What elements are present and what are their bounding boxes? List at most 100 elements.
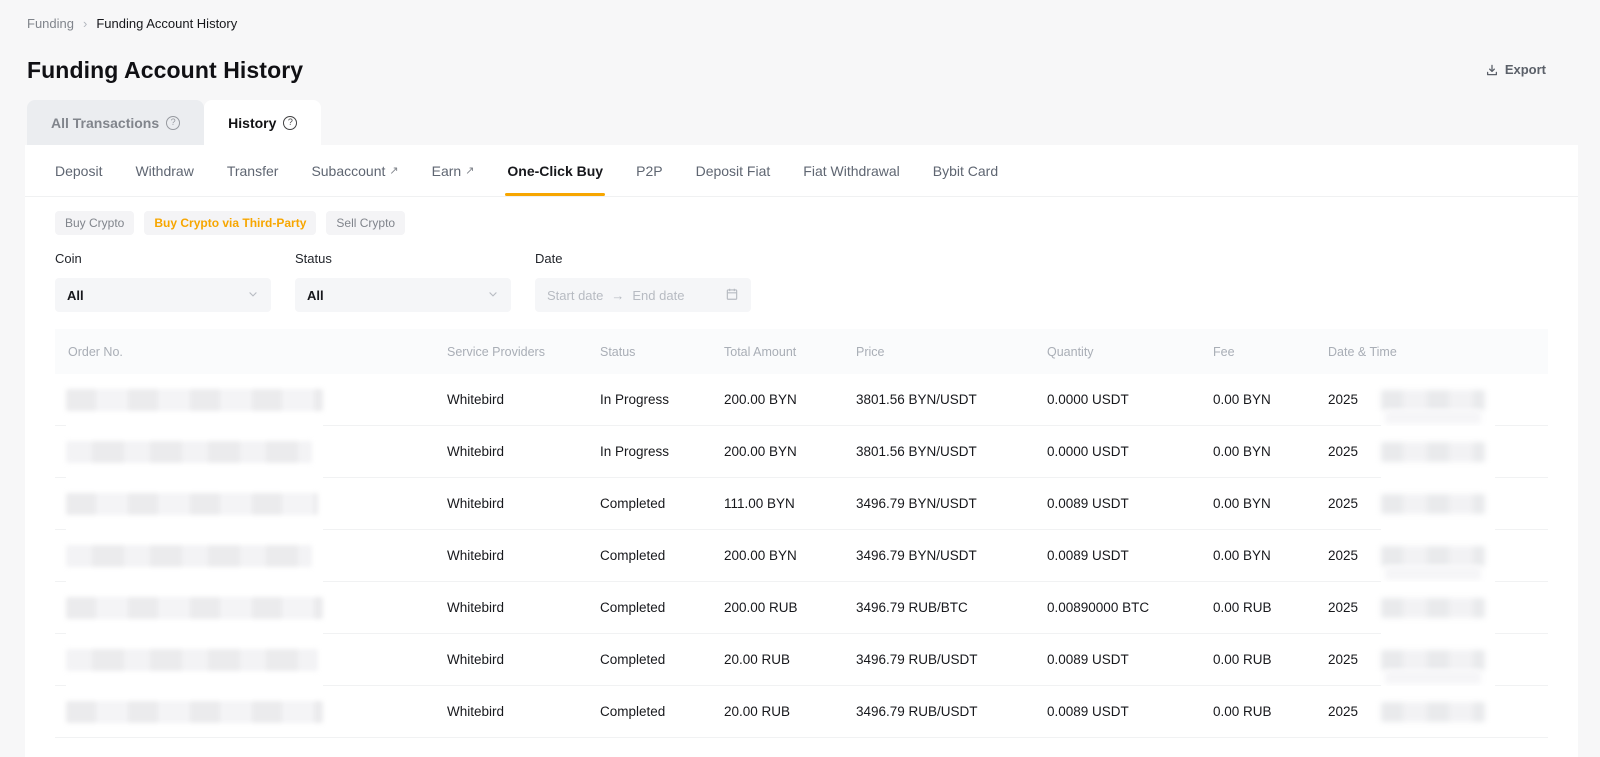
table-row: Whitebird Completed 111.00 BYN 3496.79 B… bbox=[55, 478, 1548, 530]
primary-tabs: All Transactions ? History ? bbox=[27, 100, 321, 145]
price: 3801.56 BYN/USDT bbox=[856, 444, 1047, 459]
calendar-icon[interactable] bbox=[725, 287, 739, 304]
subtab-deposit-fiat[interactable]: Deposit Fiat bbox=[696, 145, 771, 196]
date-time-cell: 2025 bbox=[1328, 392, 1548, 407]
range-arrow-icon: → bbox=[611, 288, 624, 303]
quantity: 0.0000 USDT bbox=[1047, 444, 1213, 459]
date-year: 2025 bbox=[1328, 652, 1358, 667]
col-service-providers: Service Providers bbox=[447, 345, 600, 359]
question-circle-icon[interactable]: ? bbox=[166, 116, 180, 130]
chevron-down-icon bbox=[487, 288, 499, 303]
fee: 0.00 RUB bbox=[1213, 652, 1328, 667]
date-filter-label: Date bbox=[535, 251, 751, 266]
date-range-input[interactable]: Start date → End date bbox=[535, 278, 751, 312]
price: 3801.56 BYN/USDT bbox=[856, 392, 1047, 407]
coin-filter: Coin All bbox=[55, 251, 271, 312]
quantity: 0.0089 USDT bbox=[1047, 652, 1213, 667]
tab-all-transactions-label: All Transactions bbox=[51, 115, 159, 131]
col-fee: Fee bbox=[1213, 345, 1328, 359]
total-amount: 20.00 RUB bbox=[724, 652, 856, 667]
status-filter: Status All bbox=[295, 251, 511, 312]
date-time-cell: 2025 bbox=[1328, 704, 1548, 719]
date-year: 2025 bbox=[1328, 496, 1358, 511]
fee: 0.00 RUB bbox=[1213, 704, 1328, 719]
date-redacted-blur bbox=[1381, 530, 1495, 582]
date-time-cell: 2025 bbox=[1328, 444, 1548, 459]
breadcrumb-current: Funding Account History bbox=[96, 16, 237, 31]
service-provider: Whitebird bbox=[447, 652, 600, 667]
service-provider: Whitebird bbox=[447, 444, 600, 459]
question-circle-icon[interactable]: ? bbox=[283, 116, 297, 130]
date-time-cell: 2025 bbox=[1328, 600, 1548, 615]
order-no-redacted-blur bbox=[66, 582, 323, 634]
fee: 0.00 RUB bbox=[1213, 600, 1328, 615]
date-year: 2025 bbox=[1328, 444, 1358, 459]
date-redacted-blur bbox=[1381, 582, 1495, 634]
order-no-redacted-blur bbox=[66, 634, 323, 686]
service-provider: Whitebird bbox=[447, 392, 600, 407]
subtab-withdraw[interactable]: Withdraw bbox=[135, 145, 193, 196]
row-status: Completed bbox=[600, 548, 724, 563]
date-year: 2025 bbox=[1328, 600, 1358, 615]
total-amount: 200.00 BYN bbox=[724, 548, 856, 563]
subtab-fiat-withdrawal[interactable]: Fiat Withdrawal bbox=[803, 145, 899, 196]
subtab-earn[interactable]: Earn ↗ bbox=[432, 145, 475, 196]
table-row: Whitebird In Progress 200.00 BYN 3801.56… bbox=[55, 426, 1548, 478]
chevron-right-icon: › bbox=[83, 16, 87, 31]
export-button[interactable]: Export bbox=[1485, 62, 1546, 77]
service-provider: Whitebird bbox=[447, 496, 600, 511]
date-redacted-blur bbox=[1381, 686, 1495, 737]
total-amount: 20.00 RUB bbox=[724, 704, 856, 719]
price: 3496.79 BYN/USDT bbox=[856, 548, 1047, 563]
col-status: Status bbox=[600, 345, 724, 359]
subtab-one-click-buy[interactable]: One-Click Buy bbox=[507, 145, 603, 196]
col-total-amount: Total Amount bbox=[724, 345, 856, 359]
tab-history[interactable]: History ? bbox=[204, 100, 321, 145]
order-no-redacted-blur bbox=[66, 478, 323, 530]
pill-buy-crypto-via-third-party[interactable]: Buy Crypto via Third-Party bbox=[144, 211, 316, 235]
breadcrumb: Funding › Funding Account History bbox=[27, 16, 237, 31]
coin-select[interactable]: All bbox=[55, 278, 271, 312]
status-select[interactable]: All bbox=[295, 278, 511, 312]
price: 3496.79 RUB/USDT bbox=[856, 652, 1047, 667]
table-row: Whitebird Completed 20.00 RUB 3496.79 RU… bbox=[55, 686, 1548, 738]
date-redacted-blur bbox=[1381, 478, 1495, 530]
date-year: 2025 bbox=[1328, 548, 1358, 563]
subtab-p2p[interactable]: P2P bbox=[636, 145, 662, 196]
pill-buy-crypto[interactable]: Buy Crypto bbox=[55, 211, 134, 235]
row-status: Completed bbox=[600, 704, 724, 719]
table-row: Whitebird Completed 20.00 RUB 3496.79 RU… bbox=[55, 634, 1548, 686]
date-redacted-blur bbox=[1381, 634, 1495, 686]
row-status: In Progress bbox=[600, 444, 724, 459]
table-row: Whitebird Completed 200.00 RUB 3496.79 R… bbox=[55, 582, 1548, 634]
subtab-bybit-card[interactable]: Bybit Card bbox=[933, 145, 998, 196]
order-no-redacted-blur bbox=[66, 530, 323, 582]
row-status: Completed bbox=[600, 496, 724, 511]
coin-select-value: All bbox=[67, 288, 84, 303]
start-date-placeholder[interactable]: Start date bbox=[547, 288, 603, 303]
service-provider: Whitebird bbox=[447, 704, 600, 719]
subtab-deposit[interactable]: Deposit bbox=[55, 145, 102, 196]
subtab-transfer[interactable]: Transfer bbox=[227, 145, 279, 196]
date-redacted-blur bbox=[1381, 426, 1495, 478]
subtab-subaccount[interactable]: Subaccount ↗ bbox=[311, 145, 398, 196]
tab-all-transactions[interactable]: All Transactions ? bbox=[27, 100, 204, 145]
history-table: Order No. Service Providers Status Total… bbox=[55, 329, 1548, 738]
date-year: 2025 bbox=[1328, 392, 1358, 407]
table-header: Order No. Service Providers Status Total… bbox=[55, 329, 1548, 374]
col-price: Price bbox=[856, 345, 1047, 359]
breadcrumb-funding-link[interactable]: Funding bbox=[27, 16, 74, 31]
end-date-placeholder[interactable]: End date bbox=[632, 288, 684, 303]
fee: 0.00 BYN bbox=[1213, 496, 1328, 511]
order-no-redacted-blur bbox=[66, 426, 323, 478]
total-amount: 200.00 RUB bbox=[724, 600, 856, 615]
table-body: Whitebird In Progress 200.00 BYN 3801.56… bbox=[55, 374, 1548, 738]
service-provider: Whitebird bbox=[447, 548, 600, 563]
pill-sell-crypto[interactable]: Sell Crypto bbox=[326, 211, 405, 235]
price: 3496.79 RUB/BTC bbox=[856, 600, 1047, 615]
external-link-icon: ↗ bbox=[465, 164, 474, 177]
order-no-redacted-blur bbox=[66, 374, 323, 426]
date-redacted-blur bbox=[1381, 374, 1495, 426]
pills: Buy Crypto Buy Crypto via Third-Party Se… bbox=[25, 197, 1578, 235]
date-time-cell: 2025 bbox=[1328, 548, 1548, 563]
